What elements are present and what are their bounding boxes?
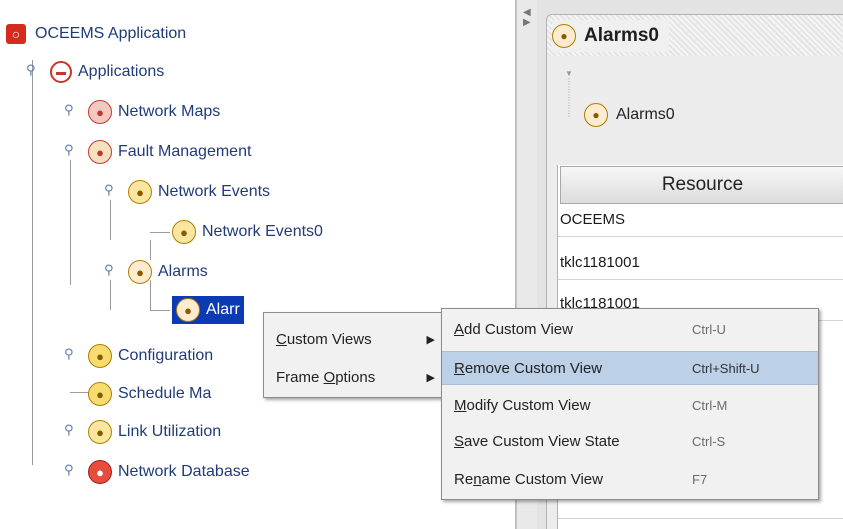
tree-node-label: Fault Management <box>118 143 252 160</box>
table-cell: OCEEMS <box>560 211 626 228</box>
menu-item-add-custom-view[interactable]: Add Custom View Ctrl-U <box>442 313 818 345</box>
shortcut-label: Ctrl-M <box>692 397 728 413</box>
menu-item-modify-custom-view[interactable]: Modify Custom View Ctrl-M <box>442 389 818 421</box>
config-gear-icon: ● <box>88 344 112 368</box>
event-bell-icon: ● <box>128 180 152 204</box>
frame-title-label: Alarms0 <box>584 25 659 46</box>
toolbar-grip-icon[interactable]: ▼ ⋮ ⋮ ⋮ ⋮ ⋮ <box>565 70 575 160</box>
collapse-toggle-icon[interactable]: ⚲ <box>64 142 74 158</box>
menu-item-save-custom-view-state[interactable]: Save Custom View State Ctrl-S <box>442 425 818 457</box>
shortcut-label: Ctrl+Shift-U <box>692 360 760 376</box>
collapse-toggle-icon[interactable]: ⚲ <box>104 262 114 278</box>
tree-node-label: Alarr <box>206 301 240 318</box>
tree-node-network-database[interactable]: ● Network Database <box>88 458 250 486</box>
tree-node-root[interactable]: ○ OCEEMS Application <box>6 20 186 48</box>
menu-item-frame-options[interactable]: Frame Options ▶ <box>264 361 441 393</box>
custom-views-submenu: Add Custom View Ctrl-U Remove Custom Vie… <box>441 308 819 500</box>
tree-node-fault-management[interactable]: ● Fault Management <box>88 138 251 166</box>
tree-node-label: Schedule Ma <box>118 385 212 402</box>
table-row[interactable]: tklc1181001 <box>558 246 843 280</box>
submenu-arrow-icon: ▶ <box>426 333 435 346</box>
tree-node-network-maps[interactable]: ● Network Maps <box>88 98 220 126</box>
toolbar-alarms-label: ● Alarms0 <box>584 100 675 130</box>
frame-title[interactable]: ● Alarms0 <box>552 20 669 52</box>
alarm-icon: ● <box>176 298 200 322</box>
event-bell-icon: ● <box>88 420 112 444</box>
table-cell: tklc1181001 <box>560 254 640 271</box>
shortcut-label: F7 <box>692 471 708 487</box>
tree-node-label: Network Database <box>118 463 250 480</box>
tree-node-alarms[interactable]: ● Alarms <box>128 258 208 286</box>
expand-toggle-icon[interactable]: ⚲ <box>64 102 74 118</box>
tree-connector <box>150 310 170 311</box>
tree-node-label: Applications <box>78 63 165 80</box>
tree-node-configuration[interactable]: ● Configuration <box>88 342 213 370</box>
alarm-icon: ● <box>552 24 576 48</box>
menu-item-remove-custom-view[interactable]: Remove Custom View Ctrl+Shift-U <box>442 351 818 385</box>
expand-toggle-icon[interactable]: ⚲ <box>64 422 74 438</box>
tree-node-applications[interactable]: ▬ Applications <box>50 58 164 86</box>
fault-person-icon: ● <box>88 140 112 164</box>
tree-node-label: Configuration <box>118 347 214 364</box>
table-row[interactable]: OCEEMS <box>558 203 843 237</box>
alarm-icon: ● <box>128 260 152 284</box>
database-icon: ● <box>88 460 112 484</box>
menu-item-custom-views[interactable]: Custom Views ▶ <box>264 323 441 355</box>
menu-item-rename-custom-view[interactable]: Rename Custom View F7 <box>442 463 818 495</box>
submenu-arrow-icon: ▶ <box>426 371 435 384</box>
tree-connector <box>110 200 111 240</box>
tree-connector <box>110 280 111 310</box>
tree-connector <box>150 232 170 233</box>
tree-node-label: OCEEMS Application <box>35 25 187 42</box>
context-menu: Custom Views ▶ Frame Options ▶ <box>263 312 442 398</box>
toolbar-label-text: Alarms0 <box>616 106 675 123</box>
tree-node-label: Network Maps <box>118 103 221 120</box>
expand-toggle-icon[interactable]: ⚲ <box>64 462 74 478</box>
expand-toggle-icon[interactable]: ⚲ <box>26 62 36 78</box>
tree-node-label: Alarms <box>158 263 208 280</box>
collapse-arrows-icon[interactable]: ◀ ▶ <box>523 8 531 38</box>
tree-node-label: Link Utilization <box>118 423 222 440</box>
shortcut-label: Ctrl-S <box>692 433 726 449</box>
tree-node-network-events0[interactable]: ● Network Events0 <box>172 218 323 246</box>
window-icon: ▬ <box>50 61 72 83</box>
column-header-label: Resource <box>661 174 744 195</box>
tree-connector <box>150 240 151 260</box>
map-globe-icon: ● <box>88 100 112 124</box>
tree-connector <box>70 392 90 393</box>
event-bell-icon: ● <box>172 220 196 244</box>
expand-toggle-icon[interactable]: ⚲ <box>64 346 74 362</box>
tree-node-schedule-management[interactable]: ● Schedule Ma <box>88 380 211 408</box>
collapse-toggle-icon[interactable]: ⚲ <box>104 182 114 198</box>
tree-connector <box>70 160 71 285</box>
tree-node-link-utilization[interactable]: ● Link Utilization <box>88 418 221 446</box>
tree-connector <box>32 60 33 465</box>
config-gear-icon: ● <box>88 382 112 406</box>
shortcut-label: Ctrl-U <box>692 321 726 337</box>
tree-node-label: Network Events <box>158 183 271 200</box>
oracle-logo-icon: ○ <box>6 24 26 44</box>
tree-node-network-events[interactable]: ● Network Events <box>128 178 270 206</box>
alarm-icon: ● <box>584 103 608 127</box>
column-header-resource[interactable]: Resource <box>560 166 843 204</box>
tree-node-label: Network Events0 <box>202 223 323 240</box>
tree-node-alarms0-selected[interactable]: ● Alarr <box>172 296 244 324</box>
